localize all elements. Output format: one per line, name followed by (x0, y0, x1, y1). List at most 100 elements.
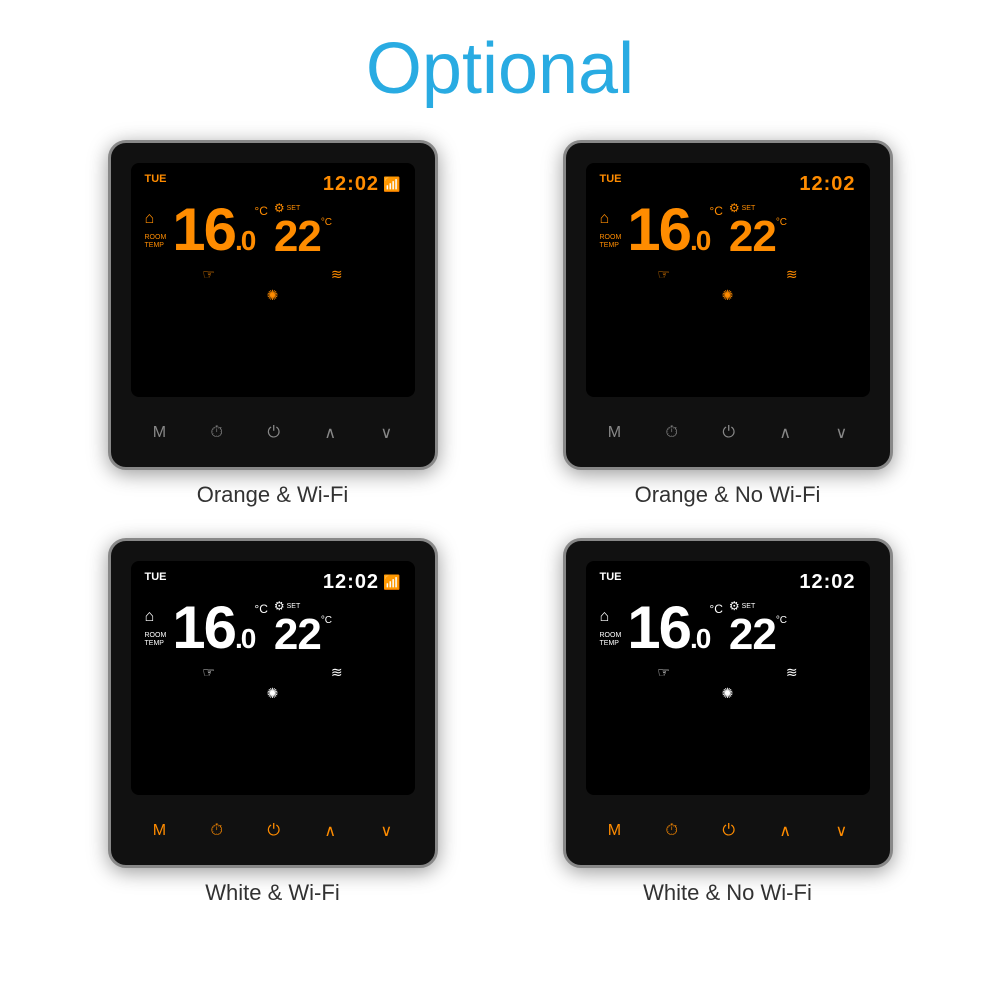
temp-unit-small: °C (709, 602, 722, 616)
time-wifi: 12:02 📶 (323, 571, 401, 594)
set-label: SET (742, 603, 756, 610)
ctrl-btn-4[interactable]: ∨ (836, 423, 848, 443)
ctrl-btn-4[interactable]: ∨ (381, 423, 393, 443)
top-row: TUE 12:02 (600, 173, 856, 196)
ctrl-btn-3[interactable]: ∧ (779, 423, 791, 443)
set-unit: °C (776, 615, 787, 626)
home-icon: ⌂ (600, 608, 610, 626)
ctrl-btn-1[interactable]: ⏱ (210, 424, 222, 442)
ctrl-btn-3[interactable]: ∧ (324, 821, 336, 841)
time-display: 12:02 (323, 173, 379, 196)
middle-row: ⌂ ROOMTEMP 16.0 °C ⚙ SET 22 (145, 598, 401, 658)
current-temp: 16.0 °C (627, 598, 723, 658)
temp-big: 16.0 (172, 598, 254, 658)
page-title: Optional (0, 0, 1000, 140)
middle-row: ⌂ ROOMTEMP 16.0 °C ⚙ SET 22 (600, 200, 856, 260)
ctrl-btn-1[interactable]: ⏱ (665, 424, 677, 442)
thermostat-label-orange-no-wifi: Orange & No Wi-Fi (635, 482, 821, 508)
screen-orange-wifi: TUE 12:02 📶 ⌂ ROOMTEMP 16.0 °C (131, 163, 415, 397)
wifi-icon: 📶 (383, 574, 400, 591)
ctrl-btn-0[interactable]: M (608, 822, 621, 840)
top-row: TUE 12:02 📶 (145, 571, 401, 594)
temp-unit-small: °C (254, 204, 267, 218)
screen-white-no-wifi: TUE 12:02 ⌂ ROOMTEMP 16.0 °C (586, 561, 870, 795)
controls-white-no-wifi: M ⏱ ⏻ ∧ ∨ (566, 797, 890, 865)
sun-icon: ✺ (722, 287, 734, 304)
set-temp-big: 22 (274, 215, 321, 259)
thermostat-label-white-wifi: White & Wi-Fi (205, 880, 339, 906)
home-icon-area: ⌂ ROOMTEMP (600, 608, 622, 647)
set-temp-big: 22 (274, 613, 321, 657)
ctrl-btn-1[interactable]: ⏱ (665, 822, 677, 840)
touch-icon: ☞ (202, 664, 215, 681)
current-temp: 16.0 °C (172, 598, 268, 658)
ctrl-btn-0[interactable]: M (153, 424, 166, 442)
set-unit: °C (321, 615, 332, 626)
day-label: TUE (600, 173, 622, 185)
set-col: ⚙ SET 22 °C (274, 599, 332, 657)
ctrl-btn-3[interactable]: ∧ (324, 423, 336, 443)
home-icon: ⌂ (145, 608, 155, 626)
current-temp: 16.0 °C (627, 200, 723, 260)
controls-orange-wifi: M ⏱ ⏻ ∧ ∨ (111, 399, 435, 467)
screen-white-wifi: TUE 12:02 📶 ⌂ ROOMTEMP 16.0 °C (131, 561, 415, 795)
set-unit: °C (776, 217, 787, 228)
home-icon-area: ⌂ ROOMTEMP (145, 210, 167, 249)
ctrl-btn-2[interactable]: ⏻ (267, 822, 280, 840)
set-label: SET (287, 205, 301, 212)
sun-icon: ✺ (722, 685, 734, 702)
temp-big: 16.0 (627, 598, 709, 658)
room-temp-label: ROOMTEMP (600, 632, 622, 647)
ctrl-btn-2[interactable]: ⏻ (722, 822, 735, 840)
flame-icon: ≋ (331, 664, 343, 681)
home-icon-area: ⌂ ROOMTEMP (600, 210, 622, 249)
ctrl-btn-0[interactable]: M (608, 424, 621, 442)
set-label: SET (742, 205, 756, 212)
home-icon: ⌂ (600, 210, 610, 228)
ctrl-btn-2[interactable]: ⏻ (722, 424, 735, 442)
ctrl-btn-1[interactable]: ⏱ (210, 822, 222, 840)
sun-row: ✺ (600, 287, 856, 304)
bottom-icons-row: ☞ ≋ (600, 664, 856, 681)
set-temp-big: 22 (729, 613, 776, 657)
set-temp-big: 22 (729, 215, 776, 259)
ctrl-btn-2[interactable]: ⏻ (267, 424, 280, 442)
top-row: TUE 12:02 (600, 571, 856, 594)
flame-icon: ≋ (786, 266, 798, 283)
time-display: 12:02 (799, 173, 855, 196)
sun-row: ✺ (145, 287, 401, 304)
temp-unit-small: °C (709, 204, 722, 218)
day-label: TUE (145, 571, 167, 583)
set-col: ⚙ SET 22 °C (274, 201, 332, 259)
flame-icon: ≋ (331, 266, 343, 283)
home-icon-area: ⌂ ROOMTEMP (145, 608, 167, 647)
middle-row: ⌂ ROOMTEMP 16.0 °C ⚙ SET 22 (600, 598, 856, 658)
sun-icon: ✺ (267, 287, 279, 304)
time-wifi: 12:02 (799, 571, 855, 594)
set-unit: °C (321, 217, 332, 228)
flame-icon: ≋ (786, 664, 798, 681)
sun-icon: ✺ (267, 685, 279, 702)
top-row: TUE 12:02 📶 (145, 173, 401, 196)
middle-row: ⌂ ROOMTEMP 16.0 °C ⚙ SET 22 (145, 200, 401, 260)
thermostat-item-orange-no-wifi: TUE 12:02 ⌂ ROOMTEMP 16.0 °C (515, 140, 940, 508)
device-orange-wifi: TUE 12:02 📶 ⌂ ROOMTEMP 16.0 °C (108, 140, 438, 470)
thermostat-item-orange-wifi: TUE 12:02 📶 ⌂ ROOMTEMP 16.0 °C (60, 140, 485, 508)
time-wifi: 12:02 (799, 173, 855, 196)
controls-white-wifi: M ⏱ ⏻ ∧ ∨ (111, 797, 435, 865)
ctrl-btn-0[interactable]: M (153, 822, 166, 840)
bottom-icons-row: ☞ ≋ (145, 266, 401, 283)
device-white-wifi: TUE 12:02 📶 ⌂ ROOMTEMP 16.0 °C (108, 538, 438, 868)
set-col: ⚙ SET 22 °C (729, 201, 787, 259)
touch-icon: ☞ (657, 266, 670, 283)
thermostat-label-white-no-wifi: White & No Wi-Fi (643, 880, 812, 906)
time-wifi: 12:02 📶 (323, 173, 401, 196)
room-temp-label: ROOMTEMP (145, 632, 167, 647)
device-orange-no-wifi: TUE 12:02 ⌂ ROOMTEMP 16.0 °C (563, 140, 893, 470)
day-label: TUE (600, 571, 622, 583)
bottom-icons-row: ☞ ≋ (145, 664, 401, 681)
sun-row: ✺ (600, 685, 856, 702)
ctrl-btn-4[interactable]: ∨ (836, 821, 848, 841)
ctrl-btn-3[interactable]: ∧ (779, 821, 791, 841)
ctrl-btn-4[interactable]: ∨ (381, 821, 393, 841)
